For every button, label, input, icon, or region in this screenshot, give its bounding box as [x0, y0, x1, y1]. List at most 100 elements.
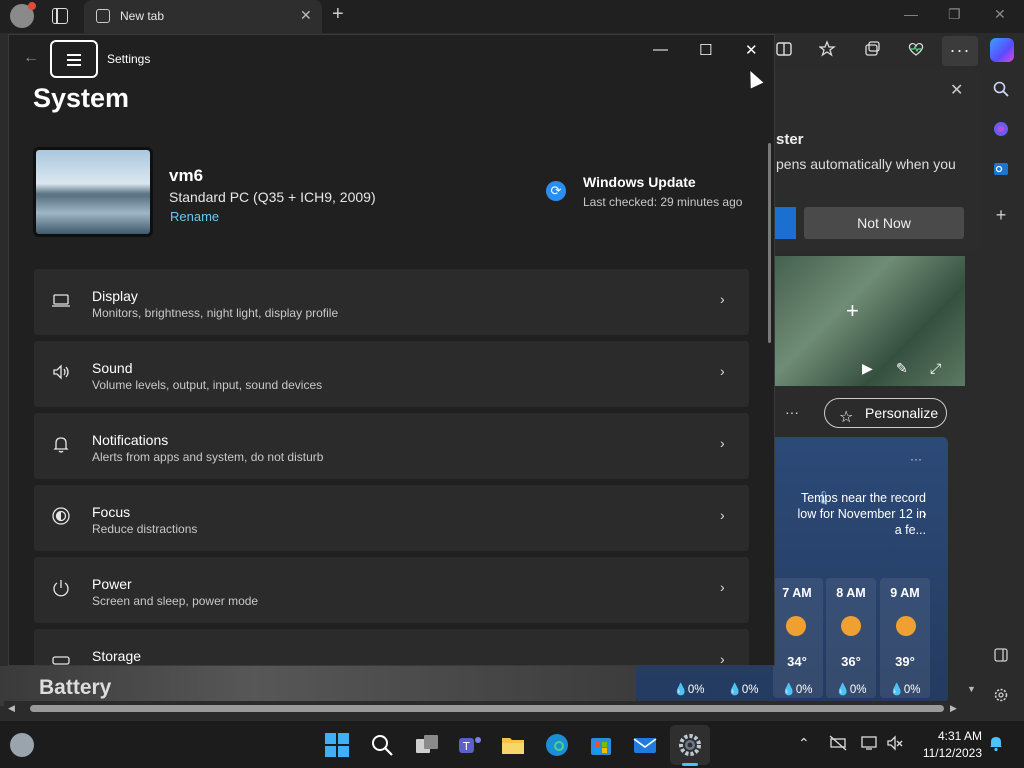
hour-temp: 36°	[841, 654, 861, 669]
display-icon[interactable]	[860, 735, 878, 754]
personalize-button[interactable]: ☆ Personalize	[824, 398, 947, 428]
raindrop-icon: 💧	[727, 684, 742, 696]
settings-row-focus[interactable]: Focus Reduce distractions ›	[34, 485, 749, 551]
popup-close-icon[interactable]: ✕	[950, 80, 963, 100]
row-subtitle: Alerts from apps and system, do not dist…	[92, 450, 324, 464]
settings-row-sound[interactable]: Sound Volume levels, output, input, soun…	[34, 341, 749, 407]
hour-label: 8 AM	[836, 586, 866, 600]
edge-browser-icon[interactable]	[544, 732, 570, 758]
sunny-icon	[841, 616, 861, 636]
rename-link[interactable]: Rename	[170, 209, 219, 224]
notification-bell-icon[interactable]	[988, 734, 1004, 755]
add-sidebar-app-icon[interactable]: +	[990, 204, 1012, 226]
feed-more-icon[interactable]: ···	[785, 404, 799, 420]
task-view-icon[interactable]	[414, 732, 440, 758]
tab-actions-icon[interactable]	[52, 8, 68, 24]
new-tab-button[interactable]: +	[332, 3, 344, 26]
sidebar-settings-gear-icon[interactable]	[990, 687, 1012, 709]
split-screen-icon[interactable]	[773, 40, 795, 62]
browser-essentials-icon[interactable]	[905, 40, 927, 62]
teams-icon[interactable]: T	[457, 732, 483, 758]
settings-row-power[interactable]: Power Screen and sleep, power mode ›	[34, 557, 749, 623]
settings-gear-icon[interactable]	[677, 732, 703, 758]
hour-label: 9 AM	[890, 586, 920, 600]
settings-row-display[interactable]: Display Monitors, brightness, night ligh…	[34, 269, 749, 335]
row-title: Storage	[92, 648, 142, 664]
play-icon[interactable]: ▶	[862, 360, 873, 377]
sunny-icon	[786, 616, 806, 636]
settings-window: ← Settings — ☐ ✕ System vm6 Standard PC …	[8, 34, 775, 666]
browser-restore-button[interactable]: ❐	[948, 6, 961, 23]
row-subtitle: Screen and sleep, power mode	[92, 594, 259, 608]
search-icon[interactable]	[990, 80, 1012, 102]
windows-update-icon[interactable]: ⟳	[546, 181, 566, 201]
outlook-icon[interactable]	[990, 160, 1012, 182]
file-explorer-icon[interactable]	[500, 732, 526, 758]
scroll-right-icon[interactable]: ▶	[950, 703, 957, 714]
start-button-windows-icon[interactable]	[324, 732, 350, 758]
copilot-icon[interactable]	[990, 38, 1014, 62]
device-name: vm6	[169, 166, 204, 185]
tab-close-button[interactable]: ✕	[300, 7, 312, 24]
chevron-right-icon: ›	[720, 579, 725, 595]
chevron-right-icon: ›	[720, 291, 725, 307]
horizontal-scrollbar[interactable]: ◀ ▶	[4, 701, 962, 715]
minimize-button[interactable]: —	[653, 41, 668, 58]
copilot-sidebar-icon[interactable]	[990, 120, 1012, 142]
tab-bar: New tab ✕ + — ❐ ✕	[0, 0, 1024, 33]
windows-update-status: Last checked: 29 minutes ago	[583, 195, 743, 209]
settings-row-storage[interactable]: Storage ›	[34, 629, 749, 665]
sunny-icon	[896, 616, 916, 636]
profile-avatar[interactable]	[10, 2, 36, 28]
row-subtitle: Monitors, brightness, night light, displ…	[92, 306, 339, 320]
settings-vertical-scrollbar[interactable]	[768, 143, 771, 343]
row-subtitle: Reduce distractions	[92, 522, 198, 536]
raindrop-icon: 💧	[889, 684, 904, 696]
settings-row-notifications[interactable]: Notifications Alerts from apps and syste…	[34, 413, 749, 479]
favorites-icon[interactable]	[817, 40, 839, 62]
taskbar-clock-time[interactable]: 4:31 AM	[930, 729, 982, 743]
not-now-button[interactable]: Not Now	[804, 207, 964, 239]
close-button[interactable]: ✕	[745, 41, 758, 59]
plus-icon: +	[846, 298, 859, 323]
weather-alert-text[interactable]: Temps near the record low for November 1…	[796, 490, 926, 538]
volume-muted-icon[interactable]	[886, 735, 904, 754]
horizontal-scroll-thumb[interactable]	[30, 705, 944, 712]
back-arrow-icon[interactable]: ←	[23, 49, 39, 67]
expand-icon[interactable]: ⤢	[930, 360, 941, 377]
weather-widget-icon[interactable]	[10, 733, 34, 757]
chevron-right-icon: ›	[922, 505, 927, 521]
row-title: Notifications	[92, 432, 169, 448]
scroll-down-icon[interactable]: ▼	[967, 684, 976, 694]
taskbar-clock-date[interactable]: 11/12/2023	[918, 746, 982, 760]
microsoft-store-icon[interactable]	[588, 732, 614, 758]
power-icon	[50, 578, 72, 600]
collections-icon[interactable]	[861, 40, 883, 62]
row-title: Sound	[92, 360, 133, 376]
scroll-left-icon[interactable]: ◀	[8, 703, 15, 714]
windows-update-title[interactable]: Windows Update	[583, 174, 696, 190]
network-disconnected-icon[interactable]	[828, 735, 848, 754]
navigation-menu-button[interactable]	[50, 40, 98, 78]
hour-precip: 💧0%	[727, 684, 759, 696]
storage-icon	[50, 650, 72, 665]
show-hidden-icons-chevron-icon[interactable]: ⌃	[798, 735, 810, 752]
raindrop-icon: 💧	[835, 684, 850, 696]
weather-more-icon[interactable]: ···	[910, 452, 922, 466]
hide-sidebar-icon[interactable]	[990, 647, 1012, 669]
hour-temp: 39°	[895, 654, 915, 669]
active-app-indicator	[682, 763, 698, 766]
browser-close-button[interactable]: ✕	[994, 6, 1006, 23]
maximize-button[interactable]: ☐	[699, 41, 712, 59]
chevron-right-icon: ›	[720, 363, 725, 379]
chevron-right-icon: ›	[720, 507, 725, 523]
taskbar-search-icon[interactable]	[369, 732, 395, 758]
popup-title: ster	[776, 131, 804, 148]
mail-icon[interactable]	[632, 732, 658, 758]
popup-text: pens automatically when you	[776, 156, 956, 172]
tab-new-tab[interactable]: New tab ✕	[84, 0, 322, 33]
settings-and-more-button[interactable]: ···	[942, 36, 978, 66]
edit-background-icon[interactable]: ✎	[896, 360, 908, 377]
browser-minimize-button[interactable]: —	[904, 6, 918, 22]
raindrop-icon: 💧	[673, 684, 688, 696]
